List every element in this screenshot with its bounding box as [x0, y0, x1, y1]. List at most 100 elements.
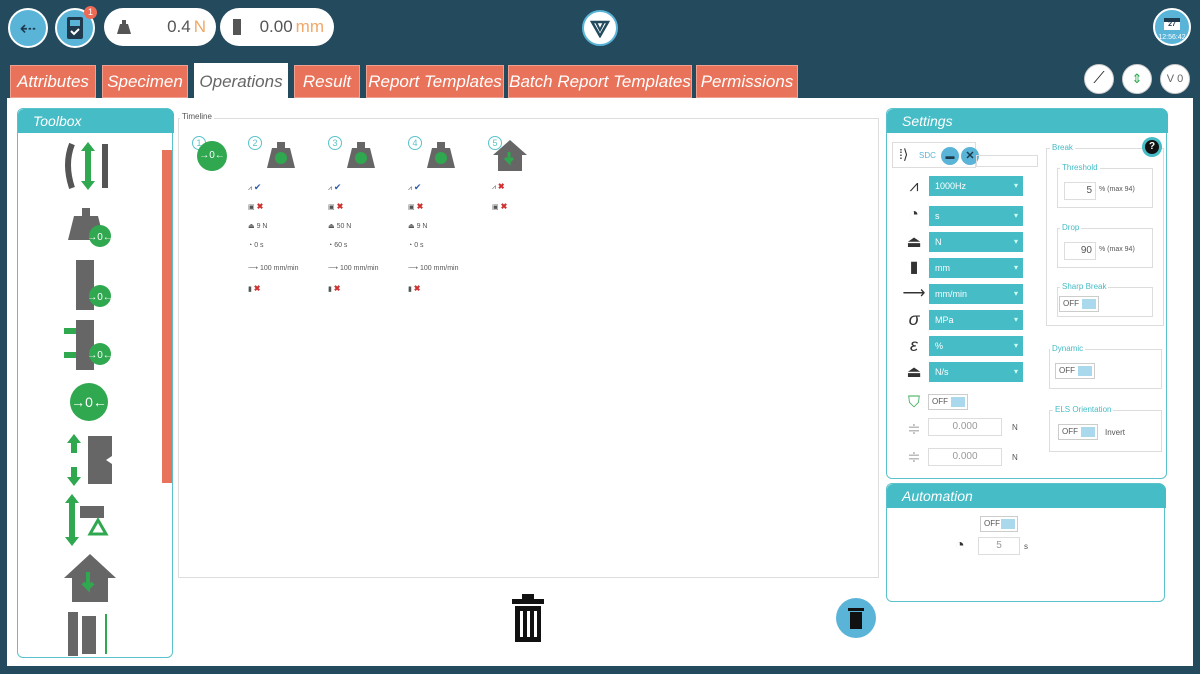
- clean-button[interactable]: ⟋: [1084, 64, 1114, 94]
- automation-time-unit: s: [1024, 542, 1028, 551]
- tool-break[interactable]: [58, 432, 128, 488]
- toggle-label: OFF: [1063, 299, 1079, 308]
- tool-zero[interactable]: →0←: [58, 375, 128, 431]
- delete-all-button[interactable]: [836, 598, 876, 638]
- force-value: 0.4: [167, 17, 191, 36]
- svg-text:→0←: →0←: [87, 292, 113, 303]
- tool-extend[interactable]: [58, 138, 128, 194]
- tab-batch-report-templates[interactable]: Batch Report Templates: [508, 65, 692, 98]
- step-weight-icon[interactable]: [266, 140, 296, 170]
- step-specimen-row: ▮ ✖: [328, 284, 341, 293]
- timeline-label: Timeline: [180, 112, 214, 121]
- svg-text:→0←: →0←: [87, 350, 113, 361]
- top-bar: ⇠ 1 0.4 N 0.00 mm 27 12:56:42: [0, 0, 1200, 55]
- length-unit-select[interactable]: mm: [929, 258, 1023, 278]
- rate-unit-select[interactable]: N/s: [929, 362, 1023, 382]
- dynamic-toggle[interactable]: OFF: [1055, 363, 1095, 379]
- break-icon: [67, 434, 112, 486]
- tab-operations[interactable]: Operations: [194, 63, 288, 100]
- toggle-label: OFF: [984, 519, 1000, 528]
- speed-icon: ⟶: [902, 285, 926, 302]
- tab-specimen[interactable]: Specimen: [102, 65, 188, 98]
- tab-attributes[interactable]: Attributes: [10, 65, 96, 98]
- step-force: 50 N: [336, 223, 352, 230]
- svg-text:→0←: →0←: [87, 232, 113, 243]
- trash-icon[interactable]: [510, 593, 546, 643]
- ruler-icon: [233, 19, 241, 35]
- sharp-break-label: Sharp Break: [1060, 282, 1109, 291]
- tool-absolute-position[interactable]: [58, 610, 128, 658]
- dynamic-label: Dynamic: [1050, 344, 1086, 353]
- drop-label: Drop: [1060, 223, 1082, 232]
- step-time: 60 s: [334, 242, 348, 249]
- step-weight-icon[interactable]: [346, 140, 376, 170]
- exit-button[interactable]: ⇠: [8, 8, 48, 48]
- weight-zero-icon: →0←: [68, 208, 113, 247]
- sharp-break-toggle[interactable]: OFF: [1059, 296, 1099, 312]
- strain-unit-select[interactable]: %: [929, 336, 1023, 356]
- broom-icon: ⟋: [1093, 70, 1105, 87]
- step-zero-icon[interactable]: →0←: [197, 141, 227, 171]
- els-toggle[interactable]: OFF: [1058, 424, 1098, 440]
- step-number: 2: [248, 136, 262, 150]
- version-button[interactable]: V 0: [1160, 64, 1190, 94]
- tool-position-hold[interactable]: →0←: [58, 258, 128, 314]
- zero-icon: →0←: [70, 383, 108, 421]
- abs-ruler-icon: [68, 612, 107, 656]
- datetime-button[interactable]: 27 12:56:42: [1153, 8, 1191, 46]
- tool-strain-hold[interactable]: →0←: [58, 318, 128, 374]
- shield-icon: ⛉: [907, 394, 920, 411]
- drop-suffix: % (max 94): [1099, 246, 1135, 253]
- tab-permissions[interactable]: Permissions: [696, 65, 798, 98]
- step-home-icon[interactable]: [492, 138, 528, 172]
- tool-break-rate[interactable]: [58, 490, 128, 546]
- automation-toggle[interactable]: OFF: [980, 516, 1018, 532]
- trash-icon: [848, 608, 864, 629]
- tab-report-templates[interactable]: Report Templates: [366, 65, 504, 98]
- stress-icon: σ: [908, 308, 920, 329]
- help-button[interactable]: ?: [1142, 137, 1162, 157]
- sdc-icon: ⁞⟩: [899, 146, 909, 162]
- step-force-row: ⏏ 50 N: [328, 223, 352, 230]
- folder-button[interactable]: ▬: [941, 147, 959, 165]
- step-speed: 100 mm/min: [259, 265, 299, 272]
- stress-unit-select[interactable]: MPa: [929, 310, 1023, 330]
- limit-input-1[interactable]: 0.000: [928, 418, 1002, 436]
- limit-input-2[interactable]: 0.000: [928, 448, 1002, 466]
- strain-icon: ε: [910, 334, 918, 355]
- extensometer-zero-icon: →0←: [64, 320, 113, 370]
- automation-time-input[interactable]: 5: [978, 537, 1020, 555]
- protection-toggle[interactable]: OFF: [928, 394, 968, 410]
- toolbox-scrollbar[interactable]: [162, 150, 172, 483]
- break-label: Break: [1050, 143, 1075, 152]
- threshold-input[interactable]: 5: [1064, 182, 1096, 200]
- tab-result[interactable]: Result: [294, 65, 360, 98]
- step-force-row: ⏏ 9 N: [408, 223, 428, 230]
- sdc-field[interactable]: [976, 155, 1038, 167]
- toggle-label: OFF: [932, 397, 948, 406]
- step-force-row: ⏏ 9 N: [248, 223, 268, 230]
- step-calendar-row: ▣ ✖: [328, 202, 344, 211]
- step-weight-icon[interactable]: [426, 140, 456, 170]
- els-label: ELS Orientation: [1053, 405, 1114, 414]
- time-unit-select[interactable]: s: [929, 206, 1023, 226]
- weight-icon: [117, 20, 131, 34]
- settings-title: Settings: [887, 109, 1168, 133]
- step-speed-row: ⟶ 100 mm/min: [248, 265, 299, 272]
- step-time-row: ◔ 0 s: [248, 242, 264, 249]
- step-calendar-row: ▣ ✖: [492, 202, 508, 211]
- drop-input[interactable]: 90: [1064, 242, 1096, 260]
- frequency-select[interactable]: 1000Hz: [929, 176, 1023, 196]
- toolbox-title: Toolbox: [18, 109, 174, 133]
- tool-return-home[interactable]: [58, 550, 128, 606]
- logo-icon: [590, 20, 610, 38]
- device-icon: [67, 17, 83, 39]
- force-unit-select[interactable]: N: [929, 232, 1023, 252]
- speed-unit-select[interactable]: mm/min: [929, 284, 1023, 304]
- svg-text:→0←: →0←: [71, 394, 107, 410]
- tab-bar: Attributes Specimen Operations Result Re…: [0, 55, 1200, 100]
- step-force: 9 N: [256, 223, 268, 230]
- expand-icon: ⇕: [1131, 71, 1143, 86]
- fit-button[interactable]: ⇕: [1122, 64, 1152, 94]
- tool-force-hold[interactable]: →0←: [58, 200, 128, 256]
